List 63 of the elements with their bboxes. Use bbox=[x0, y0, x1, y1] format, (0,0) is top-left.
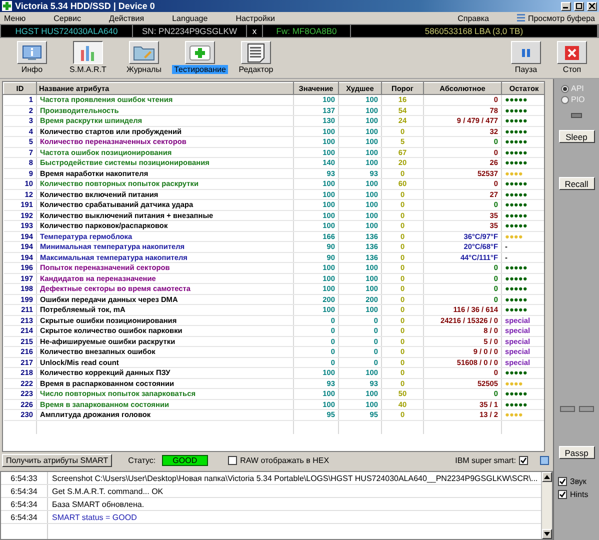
status-light bbox=[571, 113, 582, 118]
pause-icon bbox=[520, 46, 532, 58]
menu-item[interactable]: Действия bbox=[109, 14, 144, 22]
up-arrow-icon bbox=[544, 475, 550, 479]
passp-button[interactable]: Passp bbox=[558, 446, 594, 459]
drive-capacity: 5860533168 LBA (3,0 TB) bbox=[351, 25, 598, 37]
menu-item[interactable]: Меню bbox=[4, 14, 26, 22]
menu-item[interactable]: Сервис bbox=[54, 14, 82, 22]
square-icon bbox=[540, 456, 549, 465]
minimize-button[interactable] bbox=[561, 2, 571, 10]
menu-item[interactable]: Справка bbox=[458, 14, 489, 22]
recall-button[interactable]: Recall bbox=[558, 177, 594, 190]
raw-hex-checkbox[interactable] bbox=[228, 456, 238, 465]
log-message: SMART status = GOOD bbox=[51, 512, 137, 523]
scroll-up-button[interactable] bbox=[542, 472, 552, 482]
list-icon bbox=[516, 14, 525, 22]
menu-item[interactable]: Просмотр буфера bbox=[528, 14, 595, 22]
status-label: Статус: bbox=[128, 456, 156, 465]
log-message: База SMART обновлена. bbox=[51, 498, 144, 510]
close-button[interactable] bbox=[587, 2, 597, 10]
get-smart-button[interactable]: Получить атрибуты SMART bbox=[2, 454, 112, 467]
log-time: 6:54:34 bbox=[1, 511, 48, 523]
toolbar-button[interactable]: Стоп bbox=[549, 41, 595, 74]
toolbar-button[interactable]: S.M.A.R.T bbox=[60, 41, 116, 74]
toolbar-button[interactable]: Редактор bbox=[228, 41, 284, 74]
option-label: Звук bbox=[570, 477, 586, 486]
first-aid-icon bbox=[189, 44, 211, 61]
maximize-button[interactable] bbox=[574, 2, 584, 10]
indicator-light bbox=[578, 406, 594, 412]
app-logo-icon bbox=[2, 1, 12, 11]
folder-icon bbox=[133, 44, 155, 61]
close-drive-button[interactable]: x bbox=[247, 25, 263, 37]
close-icon bbox=[589, 3, 595, 9]
option-checkbox[interactable] bbox=[558, 490, 567, 499]
binary-document-icon bbox=[246, 42, 266, 62]
indicator-light bbox=[560, 406, 574, 412]
status-indicator: GOOD bbox=[162, 455, 208, 466]
toolbar-button[interactable]: Журналы bbox=[116, 41, 172, 74]
log-message: Get S.M.A.R.T. command... OK bbox=[51, 486, 164, 497]
toolbar-button[interactable]: Пауза bbox=[503, 41, 549, 74]
option-checkbox[interactable] bbox=[558, 477, 567, 486]
serial-number: SN: PN2234P9GSGLKW bbox=[133, 25, 247, 37]
toolbar-button[interactable]: Тестирование bbox=[172, 41, 228, 74]
menu-item[interactable]: Настройки bbox=[236, 14, 275, 22]
ibm-super-smart-checkbox[interactable] bbox=[519, 456, 528, 465]
drive-model: HGST HUS724030ALA640 bbox=[1, 25, 133, 37]
toolbar-button[interactable]: Инфо bbox=[4, 41, 60, 74]
down-arrow-icon bbox=[544, 532, 550, 536]
log-time: 6:54:33 bbox=[1, 472, 48, 484]
info-icon bbox=[22, 44, 42, 60]
maximize-icon bbox=[576, 3, 582, 9]
log-time: 6:54:34 bbox=[1, 485, 48, 497]
option-label: Hints bbox=[570, 490, 588, 499]
menu-item[interactable]: Language bbox=[172, 14, 208, 22]
close-icon bbox=[564, 44, 580, 60]
sleep-button[interactable]: Sleep bbox=[558, 130, 594, 143]
log-time: 6:54:34 bbox=[1, 498, 48, 510]
raw-hex-label: RAW отображать в HEX bbox=[240, 456, 330, 465]
scroll-down-button[interactable] bbox=[542, 529, 552, 539]
ibm-super-smart-label: IBM super smart: bbox=[455, 456, 516, 465]
firmware-version: Fw: MF8OA8B0 bbox=[263, 25, 351, 37]
log-message: Screenshot C:\Users\User\Desktop\Новая папка\Victoria 5.34 Portable\LOGS\HGST HUS724030ALA640__PN2234P9GSGLKW\SCR\... bbox=[51, 472, 538, 484]
window-title: Victoria 5.34 HDD/SSD | Device 0 bbox=[15, 1, 156, 11]
